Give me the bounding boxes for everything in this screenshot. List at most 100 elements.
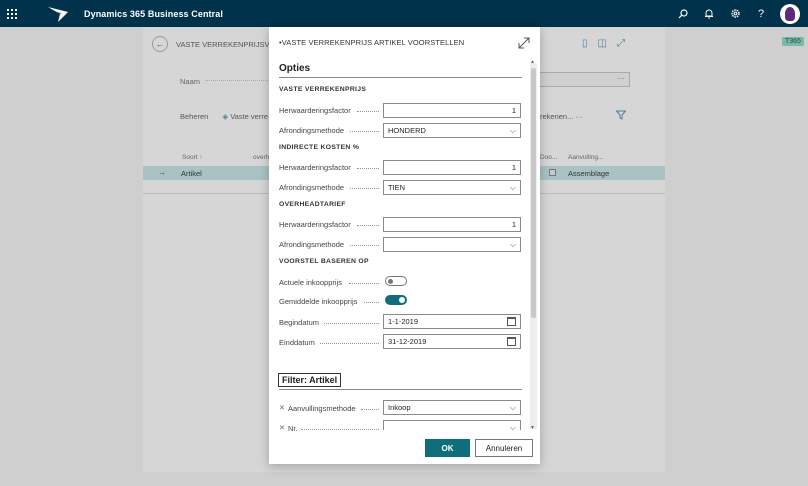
avatar[interactable] [780, 3, 800, 24]
label-dots [350, 245, 379, 246]
chevron-down-icon: ⌵ [509, 423, 516, 432]
label-dots [357, 111, 379, 112]
vaste-herwaardering-label: Herwaarderingsfactor [279, 106, 351, 115]
indirecte-herwaardering-label: Herwaarderingsfactor [279, 163, 351, 172]
remove-filter-icon[interactable]: ✕ [279, 424, 285, 432]
aanvullingsmethode-value: Inkoop [388, 403, 411, 412]
label-dots [320, 343, 379, 344]
back-arrow-icon[interactable]: ← [152, 36, 168, 52]
filter-artikel-heading[interactable]: Filter: Artikel [278, 373, 342, 387]
vaste-afronding-select[interactable]: HONDERD ⌵ [383, 123, 521, 138]
nr-select[interactable]: ⌵ [383, 420, 521, 432]
aanvullingsmethode-label: Aanvullingsmethode [288, 404, 356, 413]
actuele-inkoopprijs-toggle[interactable] [385, 276, 407, 286]
calendar-icon[interactable] [507, 317, 516, 326]
scroll-down-icon[interactable]: ▼ [530, 425, 535, 431]
top-bar: Dynamics 365 Business Central ? [0, 0, 808, 27]
dialog-title: •VASTE VERREKENPRIJS ARTIKEL VOORSTELLEN [279, 38, 465, 47]
aanvullingsmethode-select[interactable]: Inkoop ⌵ [383, 400, 521, 415]
begindatum-input[interactable]: 1-1-2019 [383, 314, 521, 329]
filter-divider [279, 389, 522, 390]
begindatum-value: 1-1-2019 [388, 317, 419, 326]
indirecte-herwaardering-input[interactable]: 1 [383, 160, 521, 175]
dialog-scrollbar[interactable]: ▲ ▼ [530, 59, 537, 431]
calendar-icon[interactable] [507, 337, 516, 346]
group-vaste-verrekenprijs: VASTE VERREKENPRIJS [279, 86, 367, 93]
indirecte-afronding-select[interactable]: TIEN ⌵ [383, 180, 521, 195]
row-soort[interactable]: Artikel [181, 169, 202, 178]
app-launcher-icon[interactable] [0, 8, 24, 19]
vaste-afronding-label: Afrondingsmethode [279, 126, 345, 135]
einddatum-input[interactable]: 31-12-2019 [383, 334, 521, 349]
label-dots [364, 302, 379, 303]
chevron-down-icon: ⌵ [509, 240, 516, 249]
share-icon[interactable]: ◫ [598, 38, 607, 49]
label-dots [350, 131, 379, 132]
gear-icon[interactable] [722, 0, 748, 27]
indirecte-afronding-value: TIEN [388, 183, 406, 192]
row-aanvulling[interactable]: Assemblage [568, 169, 609, 178]
chevron-down-icon: ⌵ [509, 403, 516, 412]
expand-icon[interactable]: ⤢ [617, 38, 625, 49]
filter-icon[interactable] [615, 110, 627, 123]
indirecte-afronding-label: Afrondingsmethode [279, 183, 345, 192]
company-badge[interactable]: T365 [782, 37, 804, 46]
background-actions: Beheren ◈ Vaste verre [180, 112, 268, 121]
scrollbar-thumb[interactable] [531, 68, 536, 318]
background-actions-more[interactable]: rekenen... ··· [540, 112, 583, 121]
overhead-afronding-label: Afrondingsmethode [279, 240, 345, 249]
group-indirecte-kosten: INDIRECTE KOSTEN % [279, 144, 360, 151]
overhead-herwaardering-label: Herwaarderingsfactor [279, 220, 351, 229]
vaste-afronding-value: HONDERD [388, 126, 426, 135]
overhead-herwaardering-input[interactable]: 1 [383, 217, 521, 232]
bookmark-icon[interactable]: ▯ [582, 38, 588, 49]
vaste-verrekenprijs-action[interactable]: ◈ Vaste verre [222, 112, 268, 121]
scroll-up-icon[interactable]: ▲ [530, 59, 535, 65]
gemiddelde-inkoopprijs-toggle[interactable] [385, 295, 407, 305]
topbar-actions: ? [670, 0, 808, 27]
nr-label: Nr. [288, 424, 298, 433]
naam-dots [206, 80, 268, 81]
column-header-doo[interactable]: Doo... [540, 154, 557, 161]
label-dots [324, 323, 379, 324]
ok-button[interactable]: OK [425, 439, 470, 457]
beheren-action[interactable]: Beheren [180, 112, 208, 121]
naam-label: Naam [180, 77, 201, 86]
column-header-soort[interactable]: Soort ↑ [182, 154, 203, 161]
chevron-down-icon: ⌵ [509, 183, 516, 192]
column-header-overhead[interactable]: overh [253, 154, 269, 161]
bell-icon[interactable] [696, 0, 722, 27]
expand-icon[interactable] [518, 37, 530, 49]
naam-field[interactable]: ··· [538, 72, 630, 87]
einddatum-label: Einddatum [279, 338, 315, 347]
row-arrow-icon: → [158, 168, 166, 177]
label-dots [357, 168, 379, 169]
begindatum-label: Begindatum [279, 318, 320, 327]
help-icon[interactable]: ? [748, 0, 774, 27]
dynamics-logo-icon [46, 3, 72, 25]
background-page-header: ← VASTE VERREKENPRIJSVO [152, 36, 275, 52]
label-dots [301, 429, 379, 430]
label-dots [350, 188, 379, 189]
remove-filter-icon[interactable]: ✕ [279, 404, 285, 412]
chevron-down-icon: ⌵ [509, 126, 516, 135]
row-checkbox[interactable] [549, 169, 556, 176]
label-dots [349, 283, 379, 284]
column-header-aanvulling[interactable]: Aanvulling... [568, 154, 603, 161]
group-overheadtarief: OVERHEADTARIEF [279, 201, 346, 208]
background-page-icons: ▯ ◫ ⤢ [582, 38, 625, 49]
gemiddelde-inkoopprijs-label: Gemiddelde inkoopprijs [279, 297, 358, 306]
suggest-price-dialog: •VASTE VERREKENPRIJS ARTIKEL VOORSTELLEN… [269, 27, 540, 464]
opties-heading[interactable]: Opties [279, 63, 310, 74]
label-dots [357, 225, 379, 226]
actuele-inkoopprijs-label: Actuele inkoopprijs [279, 278, 342, 287]
label-dots [361, 409, 379, 410]
app-title[interactable]: Dynamics 365 Business Central [84, 9, 223, 19]
einddatum-value: 31-12-2019 [388, 337, 427, 346]
search-icon[interactable] [670, 0, 696, 27]
opties-divider [279, 77, 522, 78]
vaste-herwaardering-input[interactable]: 1 [383, 103, 521, 118]
group-voorstel-baseren-op: VOORSTEL BASEREN OP [279, 258, 369, 265]
overhead-afronding-select[interactable]: ⌵ [383, 237, 521, 252]
cancel-button[interactable]: Annuleren [475, 439, 533, 457]
